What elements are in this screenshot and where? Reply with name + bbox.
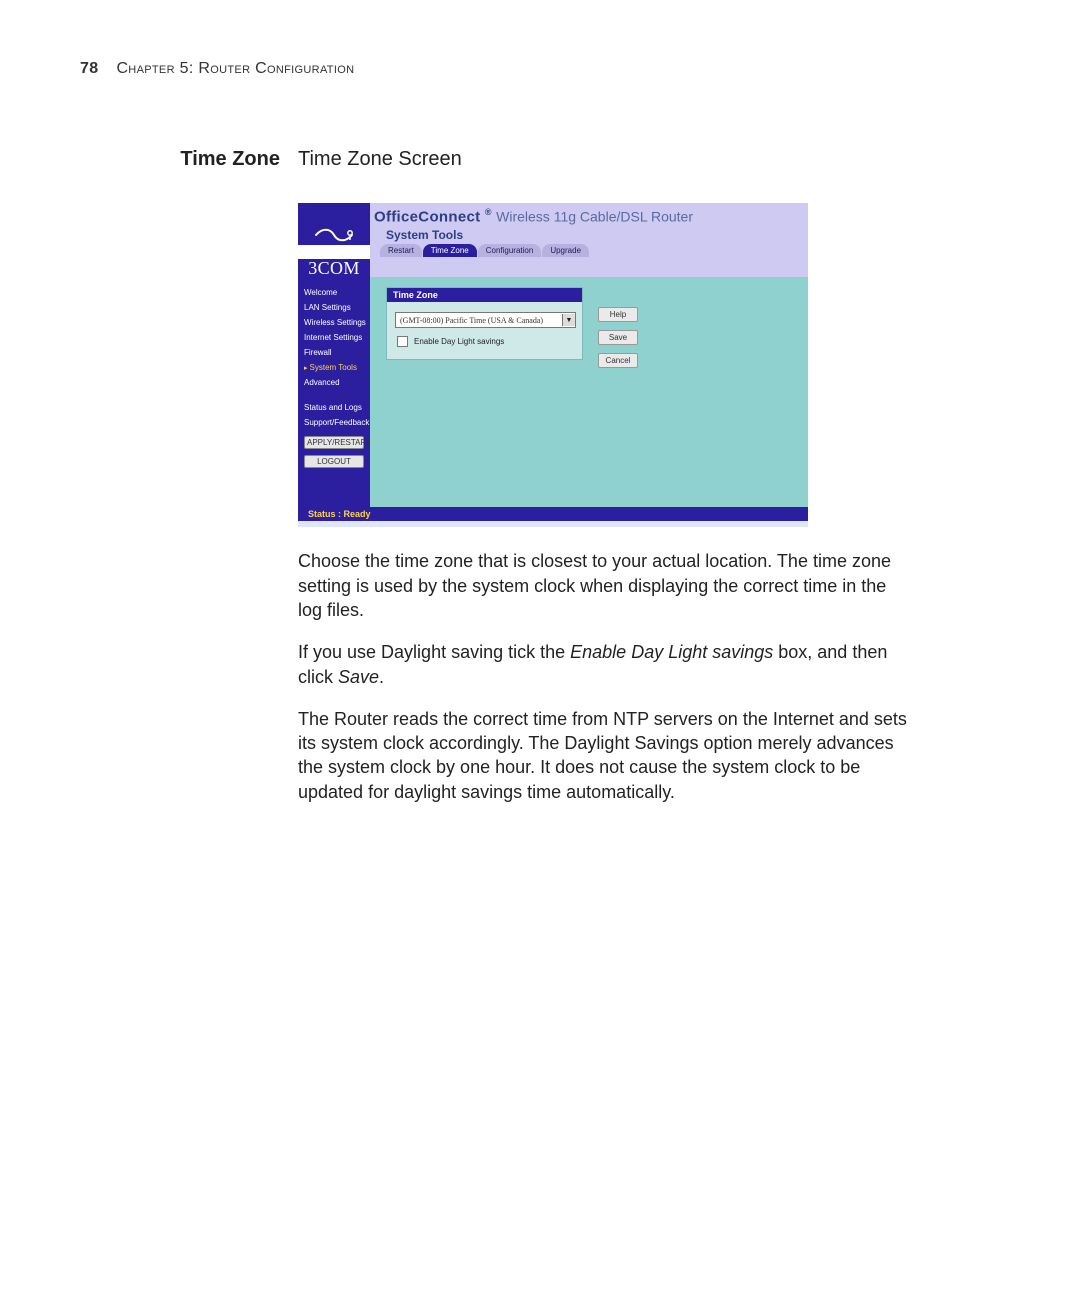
timezone-select[interactable]: (GMT-08:00) Pacific Time (USA & Canada) … bbox=[395, 312, 576, 328]
nav-status-logs[interactable]: Status and Logs bbox=[304, 400, 364, 415]
manual-page: 78 Chapter 5: Router Configuration Time … bbox=[0, 0, 1080, 1296]
help-button[interactable]: Help bbox=[598, 307, 638, 322]
paragraph-1: Choose the time zone that is closest to … bbox=[298, 549, 908, 622]
nav-advanced[interactable]: Advanced bbox=[304, 375, 364, 390]
tab-configuration[interactable]: Configuration bbox=[478, 244, 542, 257]
daylight-label: Enable Day Light savings bbox=[414, 337, 504, 346]
timezone-panel: Time Zone (GMT-08:00) Pacific Time (USA … bbox=[386, 287, 583, 360]
title-strip: OfficeConnect ® Wireless 11g Cable/DSL R… bbox=[370, 203, 808, 259]
product-brand: OfficeConnect bbox=[374, 208, 480, 225]
logout-button[interactable]: LOGOUT bbox=[304, 455, 364, 468]
nav-support[interactable]: Support/Feedback bbox=[304, 415, 364, 430]
timezone-selected-value: (GMT-08:00) Pacific Time (USA & Canada) bbox=[400, 316, 543, 325]
nav-welcome[interactable]: Welcome bbox=[304, 285, 364, 300]
product-brand-reg: ® bbox=[485, 207, 492, 217]
screenshot-figure: OfficeConnect ® Wireless 11g Cable/DSL R… bbox=[298, 203, 1000, 527]
bottom-edge bbox=[298, 521, 808, 527]
paragraph-2: If you use Daylight saving tick the Enab… bbox=[298, 640, 908, 689]
section-side-label: Time Zone bbox=[80, 148, 280, 171]
save-button[interactable]: Save bbox=[598, 330, 638, 345]
swoosh-icon bbox=[314, 225, 354, 245]
daylight-checkbox[interactable] bbox=[397, 336, 408, 347]
product-subtitle: Wireless 11g Cable/DSL Router bbox=[496, 208, 693, 224]
content-area: Time Zone (GMT-08:00) Pacific Time (USA … bbox=[370, 277, 808, 507]
paragraph-3: The Router reads the correct time from N… bbox=[298, 707, 908, 804]
body-text: Choose the time zone that is closest to … bbox=[298, 549, 908, 822]
dropdown-caret-icon: ▼ bbox=[562, 314, 575, 326]
status-bar: Status : Ready bbox=[298, 507, 808, 521]
section-title: Time Zone Screen bbox=[298, 148, 1000, 171]
running-head: 78 Chapter 5: Router Configuration bbox=[80, 60, 1000, 78]
tab-restart[interactable]: Restart bbox=[380, 244, 422, 257]
p2-part-c: . bbox=[379, 667, 384, 687]
nav-system-tools[interactable]: System Tools bbox=[304, 360, 364, 375]
tools-title: System Tools bbox=[374, 226, 800, 244]
left-nav: Welcome LAN Settings Wireless Settings I… bbox=[298, 277, 370, 507]
nav-wireless[interactable]: Wireless Settings bbox=[304, 315, 364, 330]
p2-em-1: Enable Day Light savings bbox=[570, 642, 773, 662]
brand-name: 3COM bbox=[298, 259, 370, 277]
brand-logo-cell bbox=[298, 203, 370, 245]
nav-internet[interactable]: Internet Settings bbox=[304, 330, 364, 345]
p2-em-2: Save bbox=[338, 667, 379, 687]
nav-firewall[interactable]: Firewall bbox=[304, 345, 364, 360]
page-number: 78 bbox=[80, 60, 98, 78]
chapter-title: Chapter 5: Router Configuration bbox=[116, 60, 354, 78]
filler bbox=[370, 259, 808, 277]
nav-lan[interactable]: LAN Settings bbox=[304, 300, 364, 315]
tab-upgrade[interactable]: Upgrade bbox=[542, 244, 589, 257]
right-button-column: Help Save Cancel bbox=[598, 307, 638, 368]
tab-timezone[interactable]: Time Zone bbox=[423, 244, 477, 257]
p2-part-a: If you use Daylight saving tick the bbox=[298, 642, 570, 662]
router-ui-screenshot: OfficeConnect ® Wireless 11g Cable/DSL R… bbox=[298, 203, 808, 527]
panel-title: Time Zone bbox=[387, 288, 582, 302]
cancel-button[interactable]: Cancel bbox=[598, 353, 638, 368]
tab-row: Restart Time Zone Configuration Upgrade bbox=[374, 244, 800, 257]
apply-restart-button[interactable]: APPLY/RESTART bbox=[304, 436, 364, 449]
